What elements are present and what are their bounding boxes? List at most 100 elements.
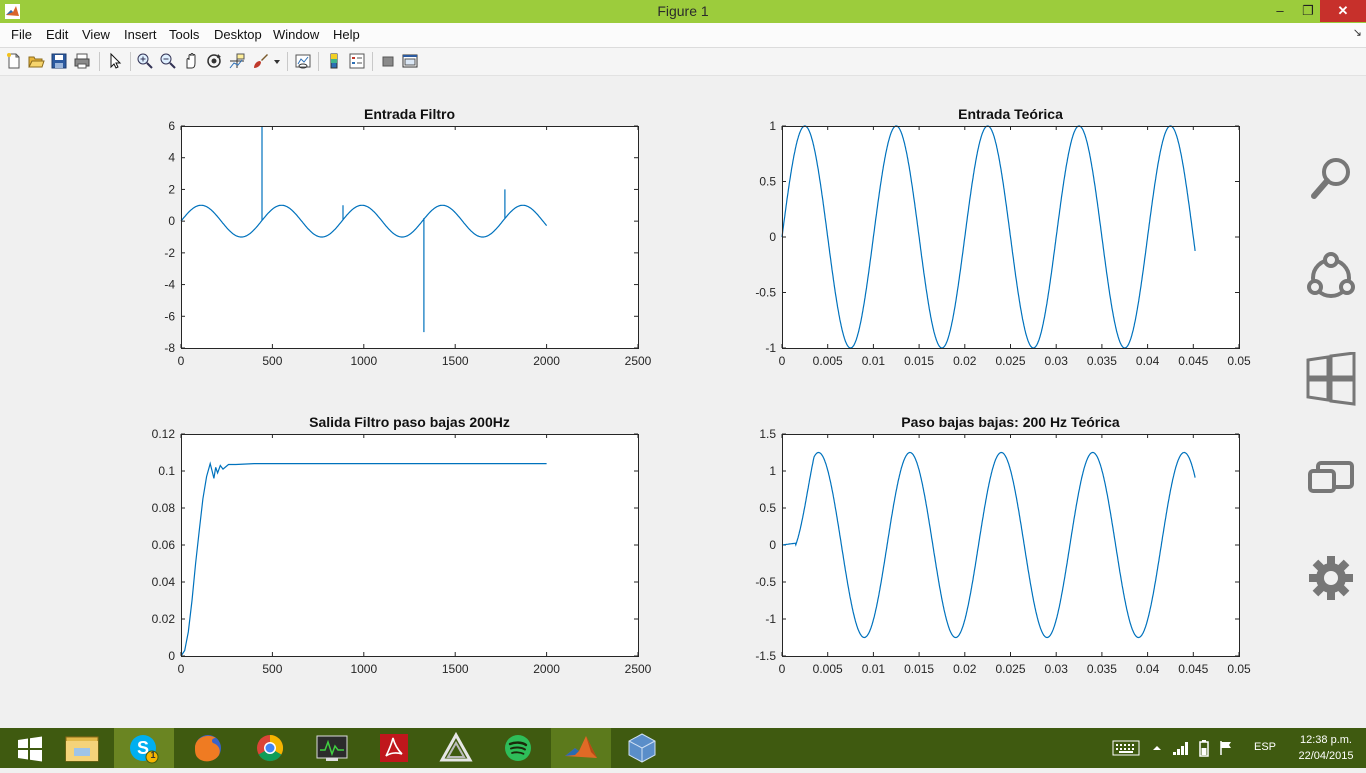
subplot-grid: 0 500 1000 1500 2000 2500-8-6-4-20246Entrada …	[152, 106, 1251, 676]
x-tick-label: 0.045	[1178, 662, 1208, 676]
task-manager-icon[interactable]	[302, 728, 362, 768]
skype-taskbar-button[interactable]: S 1	[114, 728, 174, 768]
y-tick-label: -0.5	[755, 575, 776, 589]
axes-background	[181, 434, 638, 656]
settings-icon[interactable]	[1304, 551, 1358, 605]
x-tick-label: 0.03	[1045, 662, 1069, 676]
network-icon[interactable]	[1172, 740, 1190, 756]
maximize-button[interactable]: ❐	[1294, 0, 1322, 22]
keyboard-icon[interactable]	[1112, 740, 1140, 756]
show-hidden-icons-icon[interactable]	[1152, 743, 1162, 753]
toolbar-separator	[130, 52, 131, 71]
x-tick-label: 2500	[625, 354, 652, 368]
save-icon[interactable]	[50, 52, 68, 70]
firefox-icon[interactable]	[178, 728, 238, 768]
y-tick-label: 0	[168, 214, 175, 228]
window-title: Figure 1	[657, 3, 709, 19]
y-tick-label: 6	[168, 119, 175, 133]
search-icon[interactable]	[1304, 152, 1358, 206]
subplot-1[interactable]: 0 500 1000 1500 2000 2500 -8 -6 -4 -2 0 2 4 6 Entrada …	[164, 106, 651, 368]
pan-icon[interactable]	[182, 52, 200, 70]
devices-icon[interactable]	[1304, 451, 1358, 505]
x-tick-label: 2000	[533, 354, 560, 368]
toolbar-separator	[318, 52, 319, 71]
subplot-4[interactable]: 0 0.005 0.01 0.015 0.02 0.025 0.03 0.035 0.04 0.0…	[755, 414, 1251, 676]
hide-plot-tools-icon[interactable]	[379, 52, 397, 70]
link-plot-icon[interactable]	[294, 52, 312, 70]
menu-desktop[interactable]: Desktop	[214, 27, 262, 42]
x-tick-label: 0.04	[1136, 354, 1160, 368]
start-button[interactable]	[0, 728, 60, 768]
spotify-icon[interactable]	[488, 728, 548, 768]
x-tick-label: 0.05	[1227, 662, 1251, 676]
clock-time[interactable]: 12:38 p.m.	[1294, 734, 1358, 746]
matlab-taskbar-button[interactable]	[551, 728, 611, 768]
y-tick-label: 0	[168, 649, 175, 663]
y-tick-label: 0	[769, 538, 776, 552]
open-file-icon[interactable]	[27, 52, 45, 70]
minimize-button[interactable]: –	[1266, 0, 1294, 22]
y-tick-label: -0.5	[755, 286, 776, 300]
x-tick-label: 0.025	[995, 662, 1025, 676]
x-tick-label: 0.03	[1045, 354, 1069, 368]
x-tick-label: 0.005	[813, 354, 843, 368]
start-icon[interactable]	[1304, 352, 1358, 406]
x-tick-label: 0.02	[953, 662, 977, 676]
colorbar-icon[interactable]	[325, 52, 343, 70]
menu-file[interactable]: File	[11, 27, 32, 42]
y-tick-label: -2	[164, 246, 175, 260]
y-tick-label: 0	[769, 230, 776, 244]
virtualbox-icon[interactable]	[612, 728, 672, 768]
x-tick-label: 0	[178, 354, 185, 368]
menu-insert[interactable]: Insert	[124, 27, 157, 42]
new-figure-icon[interactable]	[5, 52, 23, 70]
y-tick-label: 0.5	[759, 501, 776, 515]
print-icon[interactable]	[73, 52, 91, 70]
menu-bar: File Edit View Insert Tools Desktop Wind…	[0, 23, 1366, 48]
file-explorer-icon[interactable]	[52, 728, 112, 768]
y-tick-label: 0.02	[152, 612, 176, 626]
zoom-in-icon[interactable]	[136, 52, 154, 70]
toolbar-separator	[99, 52, 100, 71]
dock-arrow-icon[interactable]: ↘	[1353, 26, 1362, 39]
menu-tools[interactable]: Tools	[169, 27, 199, 42]
action-center-flag-icon[interactable]	[1218, 740, 1234, 756]
input-language[interactable]: ESP	[1254, 741, 1276, 753]
subplot-title: Entrada Filtro	[364, 106, 455, 122]
x-tick-label: 1500	[442, 662, 469, 676]
taskbar: S 1 ESP 12:38 p.m. 22/04/2015	[0, 728, 1366, 768]
y-tick-label: -1.5	[755, 649, 776, 663]
subplot-2[interactable]: 0 0.005 0.01 0.015 0.02 0.025 0.03 0.035 0.04 0.0…	[755, 106, 1251, 368]
menu-help[interactable]: Help	[333, 27, 360, 42]
y-tick-label: 1.5	[759, 427, 776, 441]
rotate-3d-icon[interactable]	[205, 52, 223, 70]
y-tick-label: 0.04	[152, 575, 176, 589]
battery-icon[interactable]	[1196, 739, 1212, 757]
y-tick-label: 4	[168, 151, 175, 165]
brush-icon[interactable]	[251, 52, 269, 70]
brush-dropdown-icon[interactable]	[272, 52, 282, 70]
matlab-icon	[565, 736, 597, 758]
menu-edit[interactable]: Edit	[46, 27, 68, 42]
share-icon[interactable]	[1304, 251, 1358, 305]
unity-icon[interactable]	[426, 728, 486, 768]
zoom-out-icon[interactable]	[159, 52, 177, 70]
show-plot-tools-icon[interactable]	[401, 52, 419, 70]
x-tick-label: 0.005	[813, 662, 843, 676]
acrobat-reader-icon[interactable]	[364, 728, 424, 768]
clock-date[interactable]: 22/04/2015	[1290, 750, 1362, 762]
skype-notification-badge: 1	[150, 750, 156, 760]
subplot-title: Paso bajas bajas: 200 Hz Teórica	[901, 414, 1120, 430]
axes-background	[181, 126, 638, 348]
chrome-icon[interactable]	[240, 728, 300, 768]
y-tick-label: 1	[769, 119, 776, 133]
menu-view[interactable]: View	[82, 27, 110, 42]
data-cursor-icon[interactable]	[228, 52, 246, 70]
x-tick-label: 0.015	[904, 662, 934, 676]
toolbar-separator	[372, 52, 373, 71]
subplot-3[interactable]: 0 500 1000 1500 2000 2500 0 0.02 0.04 0.06 0.08 0.1…	[152, 414, 652, 676]
close-button[interactable]: ✕	[1320, 0, 1366, 22]
menu-window[interactable]: Window	[273, 27, 319, 42]
pointer-icon[interactable]	[106, 52, 124, 70]
legend-icon[interactable]	[348, 52, 366, 70]
